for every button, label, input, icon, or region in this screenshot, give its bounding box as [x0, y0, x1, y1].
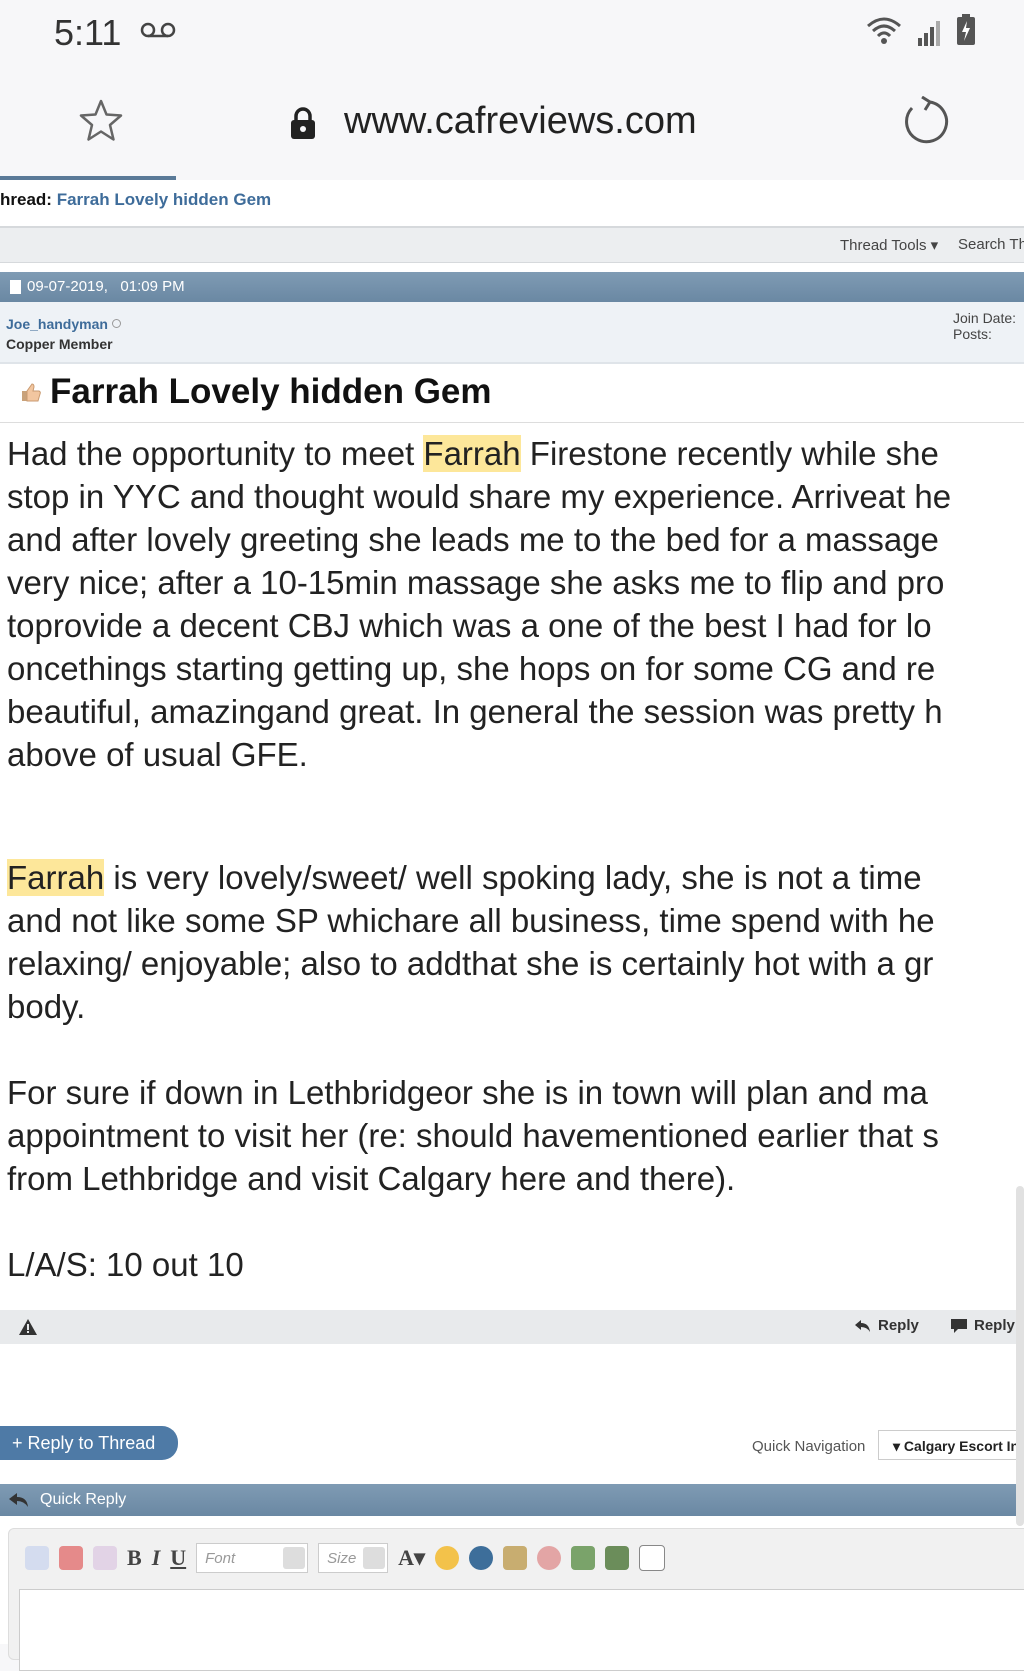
reply-textarea[interactable] [19, 1589, 1024, 1671]
font-select[interactable]: Font [196, 1543, 309, 1573]
image-icon[interactable] [571, 1546, 596, 1570]
search-highlight: Farrah [7, 859, 105, 896]
post-body: Had the opportunity to meet Farrah Fires… [7, 435, 952, 1283]
size-select[interactable]: Size [318, 1543, 389, 1573]
lock-icon [291, 107, 315, 139]
browser-address-bar: www.cafreviews.com [0, 68, 1024, 178]
scrollbar[interactable] [1016, 1186, 1024, 1526]
email-icon[interactable] [503, 1546, 528, 1570]
post-userinfo: Joe_handyman Copper Member Join Date: Po… [0, 302, 1024, 364]
url-text[interactable]: www.cafreviews.com [344, 100, 697, 143]
search-thread-menu[interactable]: Search Th [958, 236, 1024, 253]
chevron-down-icon [363, 1547, 386, 1569]
user-stats: Join Date: Posts: [953, 310, 1017, 342]
text-color-button[interactable]: A▾ [398, 1545, 425, 1571]
bookmark-star-icon[interactable] [78, 98, 124, 144]
unlink-icon[interactable] [537, 1546, 562, 1570]
bold-button[interactable]: B [127, 1545, 142, 1571]
post-title: Farrah Lovely hidden Gem [20, 372, 492, 412]
report-post-icon[interactable] [18, 1318, 38, 1336]
voicemail-icon [140, 22, 176, 38]
smiley-icon[interactable] [435, 1546, 460, 1570]
remove-format-icon[interactable] [25, 1546, 49, 1570]
reply-arrow-icon [9, 1493, 28, 1507]
thumbs-up-icon [22, 383, 41, 402]
post-date: 09-07-2019, 01:09 PM [27, 278, 185, 295]
post-footer: Reply Reply w [0, 1310, 1024, 1344]
underline-button[interactable]: U [170, 1545, 186, 1571]
status-bar: 5:11 [0, 0, 1024, 68]
online-status-icon [111, 319, 121, 328]
signal-icon [918, 21, 940, 46]
status-time: 5:11 [54, 12, 122, 53]
quick-reply-header[interactable]: Quick Reply [0, 1484, 1024, 1516]
font-color-icon[interactable] [59, 1546, 83, 1570]
battery-charging-icon [957, 14, 975, 45]
reply-arrow-icon [855, 1319, 870, 1332]
search-highlight: Farrah [423, 435, 521, 472]
editor-toolbar: B I U Font Size A▾ [25, 1543, 666, 1573]
breadcrumb: hread: Farrah Lovely hidden Gem [0, 190, 272, 209]
author-link[interactable]: Joe_handyman [6, 316, 108, 332]
video-icon[interactable] [605, 1546, 630, 1570]
forum-select[interactable]: ▾ Calgary Escort In [878, 1430, 1024, 1460]
reload-icon[interactable] [900, 96, 950, 146]
post-document-icon [10, 280, 21, 294]
breadcrumb-thread-link[interactable]: Farrah Lovely hidden Gem [57, 190, 271, 209]
thread-tools-menu[interactable]: Thread Tools ▾ [840, 236, 938, 254]
link-icon[interactable] [469, 1546, 494, 1570]
quick-navigation-label: Quick Navigation [752, 1438, 866, 1455]
reply-button[interactable]: Reply [854, 1317, 919, 1334]
forum-page: hread: Farrah Lovely hidden Gem Thread T… [0, 180, 1024, 1671]
post-header: 09-07-2019, 01:09 PM [0, 272, 1024, 302]
quote-bubble-icon [951, 1318, 967, 1333]
chevron-down-icon [283, 1547, 306, 1569]
quote-icon[interactable] [639, 1545, 666, 1571]
reply-to-thread-button[interactable]: + Reply to Thread [0, 1426, 178, 1460]
paste-icon[interactable] [93, 1546, 117, 1570]
thread-toolbar: Thread Tools ▾ Search Th [0, 226, 1024, 263]
user-rank: Copper Member [6, 336, 113, 352]
quick-reply-editor: B I U Font Size A▾ [8, 1528, 1024, 1671]
reply-with-quote-button[interactable]: Reply w [950, 1317, 1024, 1334]
wifi-icon [867, 17, 901, 44]
italic-button[interactable]: I [152, 1545, 161, 1571]
